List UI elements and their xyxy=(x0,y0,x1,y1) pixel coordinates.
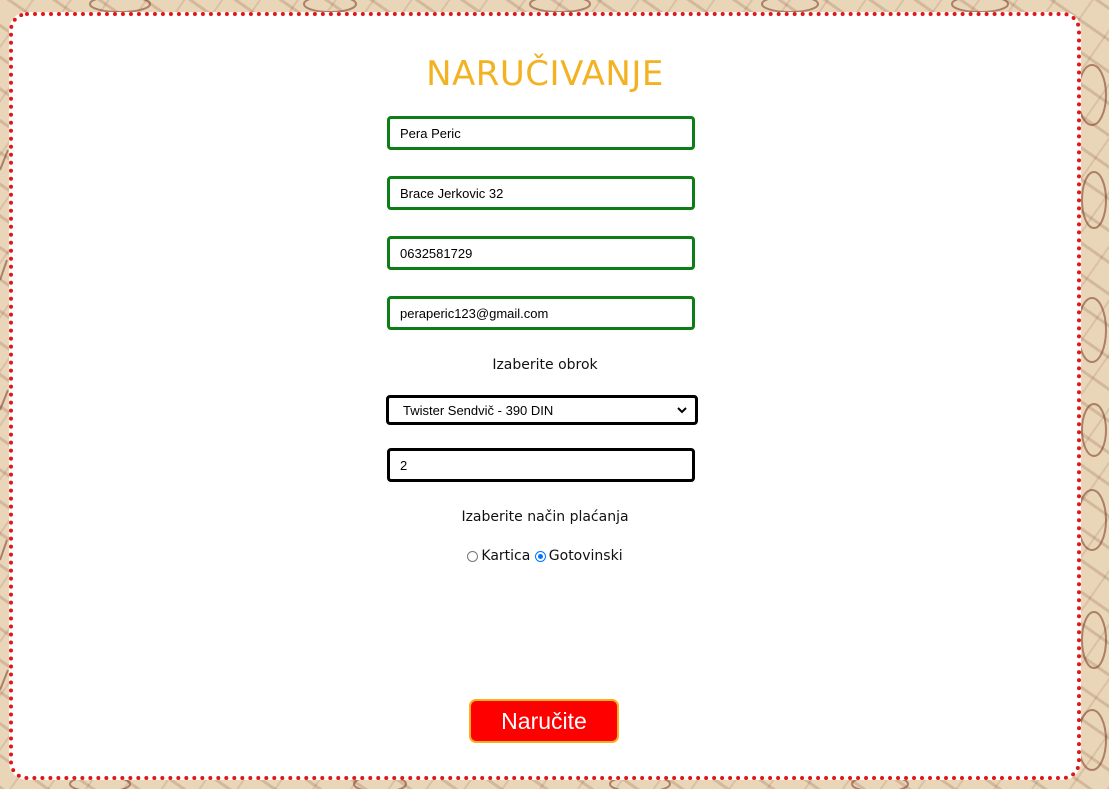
phone-field[interactable] xyxy=(387,236,695,270)
payment-option-card-label: Kartica xyxy=(481,548,531,564)
meal-label: Izaberite obrok xyxy=(492,357,598,373)
email-field[interactable] xyxy=(387,296,695,330)
radio-card[interactable] xyxy=(467,550,479,562)
radio-cash[interactable] xyxy=(534,550,546,562)
payment-option-cash-label: Gotovinski xyxy=(548,548,623,564)
order-button[interactable]: Naručite xyxy=(469,699,619,743)
page-title: NARUČIVANJE xyxy=(426,54,664,94)
address-field[interactable] xyxy=(387,176,695,210)
chevron-down-icon xyxy=(677,407,687,414)
payment-option-card[interactable]: Kartica xyxy=(467,548,530,564)
payment-label: Izaberite način plaćanja xyxy=(461,509,629,525)
payment-options: Kartica Gotovinski xyxy=(13,548,1077,566)
payment-option-cash[interactable]: Gotovinski xyxy=(534,548,623,564)
order-form-card: NARUČIVANJE Izaberite obrok Twister Send… xyxy=(9,12,1081,780)
name-field[interactable] xyxy=(387,116,695,150)
meal-select[interactable]: Twister Sendvič - 390 DIN xyxy=(386,395,698,425)
quantity-field[interactable] xyxy=(387,448,695,482)
meal-select-value: Twister Sendvič - 390 DIN xyxy=(403,402,554,418)
